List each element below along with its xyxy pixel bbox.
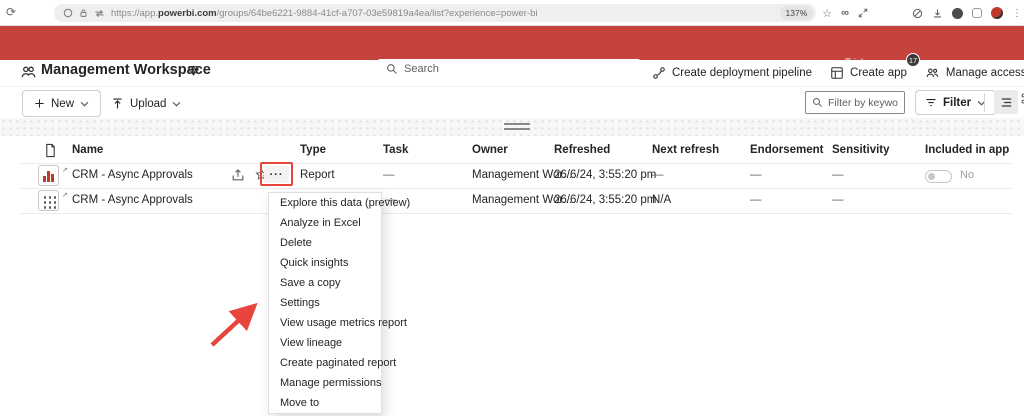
col-type[interactable]: Type [300,144,326,156]
browser-profile-avatar[interactable] [991,7,1003,19]
shared-indicator-icon: ↗ [62,166,68,174]
filter-icon [925,97,937,108]
manage-access-button[interactable]: Manage access [921,66,1024,80]
new-button[interactable]: New [22,90,101,117]
browser-controls: 137% ☆ ∞ ⋮ [780,4,1022,22]
menu-item-explore-this-data[interactable]: Explore this data (preview) [269,193,381,213]
included-in-app-label: No [960,169,974,181]
report-icon [38,165,59,186]
col-task[interactable]: Task [383,144,408,156]
row-separator [20,163,1012,164]
create-app-button[interactable]: Create app [826,66,911,80]
search-icon [386,63,398,75]
filter-button-label: Filter [943,97,971,109]
menu-item-quick-insights[interactable]: Quick insights [269,253,381,273]
row-separator [20,188,1012,189]
page-title: Management Workspace [41,62,211,78]
item-name[interactable]: CRM - Async Approvals [72,194,193,206]
item-sensitivity: — [832,194,844,206]
item-name[interactable]: CRM - Async Approvals [72,169,193,181]
item-refreshed: 26/6/24, 3:55:20 pm [554,194,656,206]
menu-item-view-lineage[interactable]: View lineage [269,333,381,353]
menu-item-analyze-in-excel[interactable]: Analyze in Excel [269,213,381,233]
create-deployment-pipeline-label: Create deployment pipeline [672,67,812,79]
chevron-down-icon [80,101,89,107]
item-next-refresh: N/A [652,194,671,206]
search-input[interactable] [404,63,632,75]
annotation-highlight-box [260,162,293,186]
col-next-refresh[interactable]: Next refresh [652,144,719,156]
col-sensitivity[interactable]: Sensitivity [832,144,890,156]
context-menu: Explore this data (preview) Analyze in E… [268,192,382,414]
menu-item-create-paginated-report[interactable]: Create paginated report [269,353,381,373]
item-sensitivity: — [832,169,844,181]
list-view-toggle[interactable] [994,90,1018,114]
upload-button[interactable]: Upload [101,90,191,117]
menu-item-move-to[interactable]: Move to [269,393,381,413]
chevron-down-icon [172,101,181,107]
powerbi-header: SSW Power BI Management Workspace Trial:… [0,26,1024,60]
filter-keyword-box[interactable] [805,91,905,114]
share-icon[interactable] [231,168,245,182]
bookmark-star-icon[interactable]: ☆ [822,7,832,20]
menu-item-settings[interactable]: Settings [269,293,381,313]
item-refreshed: 26/6/24, 3:55:20 pm [554,169,656,181]
extension-dark-icon[interactable] [952,8,963,19]
item-type-column-icon [44,143,57,158]
item-endorsement: — [750,169,762,181]
plus-icon [34,98,45,109]
list-view-icon [1000,97,1013,108]
create-deployment-pipeline-button[interactable]: Create deployment pipeline [648,66,816,80]
extension-infinity-icon[interactable]: ∞ [841,7,849,19]
fullscreen-icon[interactable] [858,8,868,18]
col-name[interactable]: Name [72,144,103,156]
extension-outline-icon[interactable] [972,8,982,18]
toolbar-divider [984,93,985,112]
dataset-icon [38,190,59,211]
row-separator [20,213,1012,214]
grid-view-icon [1020,92,1024,106]
premium-diamond-icon [187,64,200,77]
item-type: Report [300,169,335,181]
workspace-actions: Create deployment pipeline Create app Ma… [648,60,1024,86]
search-icon [812,97,823,108]
lock-icon[interactable] [79,8,88,18]
pane-splitter[interactable] [0,118,1024,136]
reload-icon[interactable]: ⟳ [6,5,16,19]
menu-item-view-usage-metrics[interactable]: View usage metrics report [269,313,381,333]
menu-item-delete[interactable]: Delete [269,233,381,253]
col-endorsement[interactable]: Endorsement [750,144,824,156]
menu-item-save-a-copy[interactable]: Save a copy [269,273,381,293]
upload-icon [111,97,124,110]
tab-sync-icon [94,9,105,18]
global-search[interactable] [378,59,640,79]
browser-chrome: ⟳ https://app.powerbi.com/groups/64be622… [0,0,1024,26]
create-app-label: Create app [850,67,907,79]
col-included-in-app[interactable]: Included in app [925,144,1009,156]
new-button-label: New [51,98,74,110]
col-owner[interactable]: Owner [472,144,508,156]
upload-button-label: Upload [130,98,166,110]
url-text: https://app.powerbi.com/groups/64be6221-… [111,8,537,19]
shared-indicator-icon: ↗ [62,191,68,199]
site-info-icon[interactable] [63,8,73,18]
included-in-app-toggle[interactable] [925,170,952,183]
filter-keyword-input[interactable] [828,97,898,109]
manage-access-label: Manage access [946,67,1024,79]
shield-icon[interactable] [912,8,923,19]
item-next-refresh: — [652,169,664,181]
splitter-handle-icon[interactable] [504,123,530,130]
item-endorsement: — [750,194,762,206]
menu-item-manage-permissions[interactable]: Manage permissions [269,373,381,393]
zoom-level-badge[interactable]: 137% [780,6,814,20]
grid-view-toggle-partial[interactable] [1020,92,1024,112]
item-task: — [383,169,395,181]
downloads-icon[interactable] [932,8,943,19]
col-refreshed[interactable]: Refreshed [554,144,610,156]
address-bar[interactable]: https://app.powerbi.com/groups/64be6221-… [54,4,816,22]
workspace-group-icon [20,64,37,81]
browser-menu-icon[interactable]: ⋮ [1012,8,1022,19]
header-separator [0,86,1024,87]
